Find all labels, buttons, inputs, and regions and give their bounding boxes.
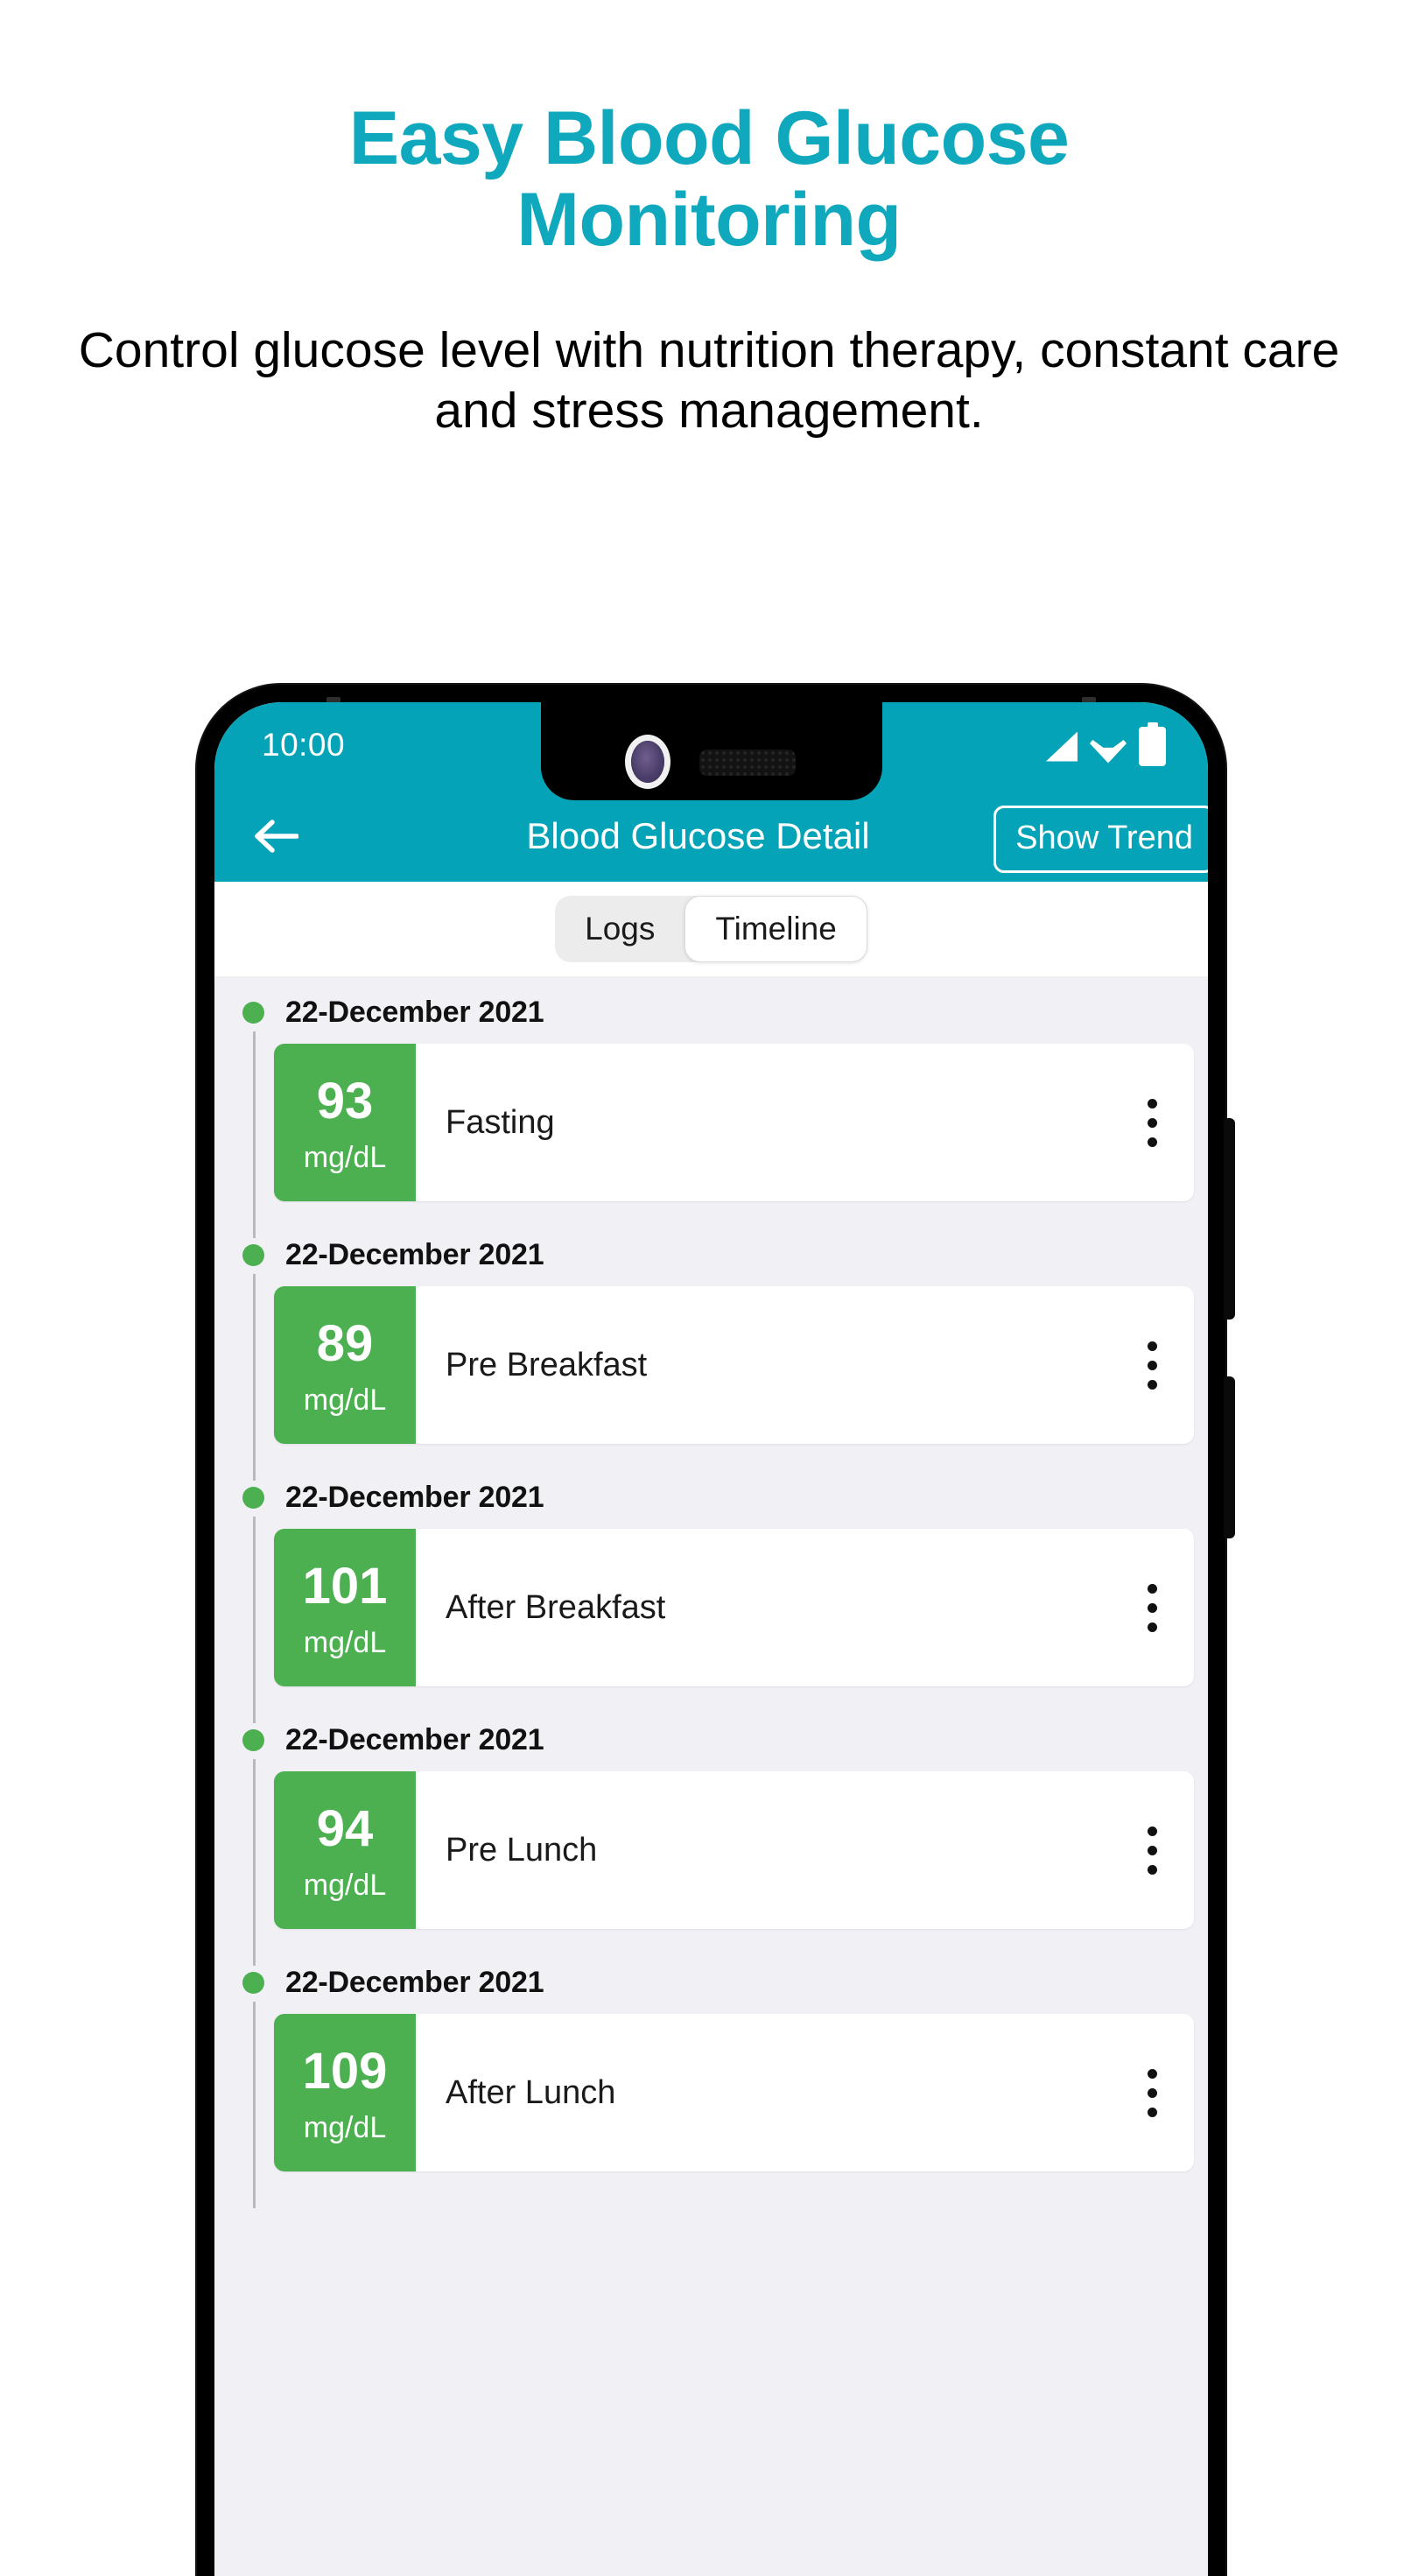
phone-notch <box>214 702 1208 800</box>
status-dot-icon <box>242 1002 264 1024</box>
entry-header: 22-December 2021 <box>214 976 1208 1044</box>
reading-value-block: 109 mg/dL <box>274 2014 416 2171</box>
reading-value: 93 <box>316 1073 374 1130</box>
reading-card[interactable]: 94 mg/dL Pre Lunch <box>274 1771 1194 1929</box>
entry-date: 22-December 2021 <box>285 1238 544 1271</box>
reading-label: Fasting <box>446 1103 555 1141</box>
timeline-list[interactable]: 22-December 2021 93 mg/dL Fasting 22-Dec… <box>214 976 1208 2576</box>
entry-body: 109 mg/dL After Lunch <box>214 2002 1208 2208</box>
phone-screen: 10:00 Blood Glucose Detail Show Trend Lo… <box>214 702 1208 2576</box>
entry-body: 101 mg/dL After Breakfast <box>214 1517 1208 1723</box>
reading-label: Pre Lunch <box>446 1831 598 1869</box>
reading-value: 89 <box>316 1315 374 1372</box>
promo-headline: Easy Blood Glucose Monitoring <box>348 96 1070 262</box>
status-dot-icon <box>242 1972 264 1994</box>
status-dot-icon <box>242 1244 264 1266</box>
reading-value-block: 101 mg/dL <box>274 1529 416 1686</box>
reading-card[interactable]: 101 mg/dL After Breakfast <box>274 1529 1194 1686</box>
tab-timeline[interactable]: Timeline <box>684 896 867 962</box>
timeline-rail <box>253 1274 256 1481</box>
reading-card[interactable]: 93 mg/dL Fasting <box>274 1044 1194 1201</box>
list-item[interactable]: 22-December 2021 89 mg/dL Pre Breakfast <box>214 1219 1208 1481</box>
tab-bar: Logs Timeline <box>214 882 1208 976</box>
tab-logs[interactable]: Logs <box>555 896 684 962</box>
reading-unit: mg/dL <box>303 2111 387 2144</box>
promo-subtitle: Control glucose level with nutrition the… <box>78 321 1340 440</box>
power-button[interactable] <box>1224 1376 1235 1538</box>
reading-label: Pre Breakfast <box>446 1346 648 1383</box>
more-vertical-icon[interactable] <box>1110 1529 1194 1686</box>
more-vertical-icon[interactable] <box>1110 2014 1194 2171</box>
reading-value: 109 <box>302 2043 388 2100</box>
reading-label: After Lunch <box>446 2073 616 2111</box>
entry-date: 22-December 2021 <box>285 996 544 1029</box>
entry-date: 22-December 2021 <box>285 1966 544 1999</box>
entry-header: 22-December 2021 <box>214 1219 1208 1286</box>
list-item[interactable]: 22-December 2021 93 mg/dL Fasting <box>214 976 1208 1238</box>
reading-value-block: 93 mg/dL <box>274 1044 416 1201</box>
entry-date: 22-December 2021 <box>285 1481 544 1514</box>
list-item[interactable]: 22-December 2021 101 mg/dL After Breakfa… <box>214 1461 1208 1723</box>
entry-body: 93 mg/dL Fasting <box>214 1031 1208 1238</box>
list-item[interactable]: 22-December 2021 109 mg/dL After Lunch <box>214 1946 1208 2208</box>
reading-unit: mg/dL <box>303 1141 387 1174</box>
more-vertical-icon[interactable] <box>1110 1044 1194 1201</box>
reading-unit: mg/dL <box>303 1383 387 1417</box>
earpiece-speaker-icon <box>698 750 796 776</box>
timeline-rail <box>253 1031 256 1238</box>
list-item[interactable]: 22-December 2021 94 mg/dL Pre Lunch <box>214 1704 1208 1966</box>
more-vertical-icon[interactable] <box>1110 1286 1194 1444</box>
reading-card[interactable]: 109 mg/dL After Lunch <box>274 2014 1194 2171</box>
entry-body: 89 mg/dL Pre Breakfast <box>214 1274 1208 1481</box>
more-vertical-icon[interactable] <box>1110 1771 1194 1929</box>
timeline-rail <box>253 1759 256 1966</box>
entry-body: 94 mg/dL Pre Lunch <box>214 1759 1208 1966</box>
reading-value-block: 94 mg/dL <box>274 1771 416 1929</box>
status-dot-icon <box>242 1729 264 1751</box>
status-dot-icon <box>242 1487 264 1509</box>
reading-card[interactable]: 89 mg/dL Pre Breakfast <box>274 1286 1194 1444</box>
show-trend-button[interactable]: Show Trend <box>993 806 1208 873</box>
timeline-rail <box>253 2002 256 2208</box>
tab-track: Logs Timeline <box>555 896 867 962</box>
reading-value: 101 <box>302 1558 388 1615</box>
timeline-rail <box>253 1517 256 1723</box>
entry-header: 22-December 2021 <box>214 1704 1208 1771</box>
phone-device-frame: 10:00 Blood Glucose Detail Show Trend Lo… <box>197 685 1235 2576</box>
promo-header: Easy Blood Glucose Monitoring Control gl… <box>0 0 1418 442</box>
front-camera-icon <box>630 741 664 783</box>
reading-unit: mg/dL <box>303 1869 387 1902</box>
reading-label: After Breakfast <box>446 1588 666 1626</box>
entry-date: 22-December 2021 <box>285 1723 544 1756</box>
app-bar: Blood Glucose Detail Show Trend <box>214 790 1208 882</box>
volume-button[interactable] <box>1224 1118 1235 1320</box>
entry-header: 22-December 2021 <box>214 1946 1208 2014</box>
reading-value-block: 89 mg/dL <box>274 1286 416 1444</box>
reading-value: 94 <box>316 1800 374 1857</box>
reading-unit: mg/dL <box>303 1626 387 1659</box>
entry-header: 22-December 2021 <box>214 1461 1208 1529</box>
